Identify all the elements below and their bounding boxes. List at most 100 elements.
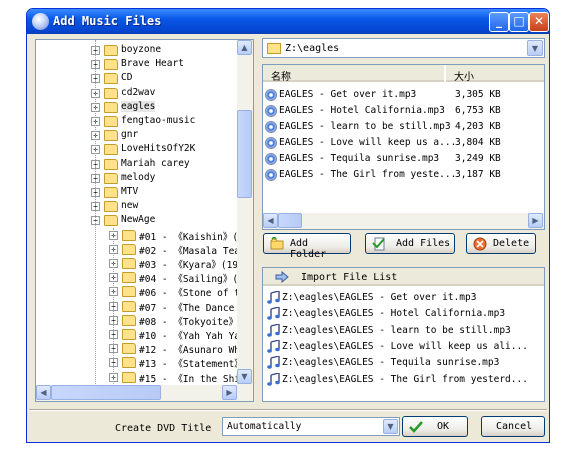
tree-item[interactable]: + #03 - 《Kyara》(19 [36,256,239,271]
tree-item[interactable]: + Mariah carey [36,157,236,171]
tree-item[interactable]: + #04 - 《Sailing》( [36,270,238,285]
chevron-down-icon[interactable]: ▼ [383,419,398,434]
tree-guide-line [113,227,114,401]
tree-item[interactable]: + #06 - 《Stone of th [36,284,246,299]
chevron-down-icon[interactable]: ▼ [527,40,543,56]
import-file-path: Z:\eagles\EAGLES - The Girl from yesterd… [282,373,528,385]
folder-tree[interactable]: + boyzone + Brave Heart + CD + cd2wav + eagles + fe… [35,39,254,402]
folder-icon [122,286,136,298]
folder-icon [104,59,118,71]
tree-item[interactable]: + Brave Heart [36,57,236,71]
file-list-row[interactable]: EAGLES - The Girl from yeste... 3,187 KB [265,167,543,182]
cancel-button[interactable]: Cancel [481,416,545,437]
tree-item[interactable]: + #10 - 《Yah Yah Yah [36,327,246,342]
close-button[interactable]: ✕ [529,12,549,32]
file-name: EAGLES - Love will keep us a... [279,137,457,148]
folder-icon [267,43,281,54]
tree-item[interactable]: + fengtao-music [36,114,236,128]
file-name: EAGLES - learn to be still.mp3 [279,121,451,132]
add-folder-button[interactable]: Add Folder [263,233,351,260]
tree-item[interactable]: + MTV [36,185,236,199]
column-header-name[interactable]: 名称 [263,65,444,83]
delete-button[interactable]: Delete [466,233,536,254]
file-list-row[interactable]: EAGLES - Hotel California.mp3 6,753 KB [265,103,543,118]
import-file-list[interactable]: Import File List Z:\eagles\EAGLES - Get … [262,267,545,402]
tree-item[interactable]: + #15 - 《In the Shin [36,370,246,385]
tree-vertical-scrollbar[interactable]: ▲ ▼ [237,40,253,385]
import-file-path: Z:\eagles\EAGLES - Tequila sunrise.mp3 [282,357,500,369]
tree-item[interactable]: + CD [36,71,236,85]
import-file-path: Z:\eagles\EAGLES - Love will keep us ali… [282,340,528,352]
tree-item[interactable]: − NewAge [36,213,236,227]
music-note-icon [267,356,280,369]
tree-item-label: Brave Heart [121,58,184,70]
path-combobox[interactable]: Z:\eagles ▼ [262,38,545,58]
ok-button[interactable]: OK [402,416,468,437]
maximize-button[interactable]: □ [509,12,529,32]
tree-item[interactable]: + #02 - 《Masala Tea [36,242,240,257]
tree-item-label: melody [121,171,156,183]
tree-item[interactable]: + cd2wav [36,86,236,100]
folder-icon [104,101,118,113]
tree-item[interactable]: + #07 - 《The Dance o [36,299,246,314]
folder-icon [122,229,136,241]
tree-item[interactable]: + gnr [36,128,236,142]
column-header-size[interactable]: 大小 [446,65,544,83]
tree-guide-line [95,40,96,400]
folder-icon [104,45,118,56]
tree-item-label: NewAge [121,214,156,226]
music-note-icon [267,339,280,353]
tree-item[interactable]: + #12 - 《Asunaro Whi [36,341,246,356]
tree-item-label: #15 - 《In the Shin [139,373,246,385]
tree-item-label: CD [121,72,133,84]
file-size: 3,305 KB [455,89,501,100]
dvd-title-select[interactable]: Automatically ▼ [222,417,400,436]
tree-horizontal-scrollbar[interactable]: ◀ ▶ [36,385,253,401]
scroll-right-button[interactable]: ▶ [528,213,543,228]
folder-icon [122,329,136,340]
tree-item[interactable]: + LoveHitsOfY2K [36,142,236,156]
import-file-path: Z:\eagles\EAGLES - Get over it.mp3 [282,292,477,303]
file-name: EAGLES - Get over it.mp3 [279,89,417,100]
add-folder-icon [270,237,284,250]
file-list-row[interactable]: EAGLES - learn to be still.mp3 4,203 KB [265,119,543,134]
tree-item[interactable]: + boyzone [36,43,236,57]
tree-item-label: gnr [121,129,139,141]
file-name: EAGLES - Hotel California.mp3 [279,105,445,116]
scroll-left-button[interactable]: ◀ [263,213,278,228]
file-size: 6,753 KB [455,105,501,116]
music-note-icon [267,372,280,386]
cd-audio-icon [265,121,277,133]
folder-icon [122,243,136,255]
file-list-row[interactable]: EAGLES - Love will keep us a... 3,804 KB [265,135,543,150]
file-list-row[interactable]: EAGLES - Tequila sunrise.mp3 3,249 KB [265,151,543,166]
tree-item-label: #12 - 《Asunaro Whi [139,345,246,357]
folder-icon [104,158,118,170]
tree-item[interactable]: + eagles [36,100,236,114]
add-files-button[interactable]: Add Files [365,233,455,254]
tree-item[interactable]: + #01 - 《Kaishin》( [36,228,238,243]
scroll-thumb[interactable] [237,110,252,198]
tree-item-label: #03 - 《Kyara》(19 [139,260,239,271]
folder-icon [122,272,136,284]
scroll-down-button[interactable]: ▼ [237,369,252,384]
h-scroll-thumb[interactable] [51,385,161,400]
folder-icon [122,357,136,369]
file-list-horizontal-scrollbar[interactable]: ◀ ▶ [263,213,544,229]
scroll-up-button[interactable]: ▲ [237,40,252,55]
folder-icon [104,144,118,156]
h-scroll-thumb[interactable] [278,213,302,228]
minimize-button[interactable]: _ [489,12,509,32]
tree-item[interactable]: + new [36,199,236,213]
scroll-left-button[interactable]: ◀ [36,385,51,400]
tree-item[interactable]: + #13 - 《Statement》 [36,355,244,370]
file-list-row[interactable]: EAGLES - Get over it.mp3 3,305 KB [265,87,543,102]
title-bar[interactable]: Add Music Files _ □ ✕ [27,9,549,34]
file-list[interactable]: 名称 大小 EAGLES - Get over it.mp3 3,305 KB EA… [262,64,545,230]
tree-item[interactable]: + #08 - 《Tokyoite》( [36,313,244,328]
music-note-icon [267,323,280,337]
scroll-right-button[interactable]: ▶ [222,385,237,400]
window-title: Add Music Files [53,14,162,28]
cd-audio-icon [265,105,277,117]
tree-item[interactable]: + melody [36,171,236,185]
